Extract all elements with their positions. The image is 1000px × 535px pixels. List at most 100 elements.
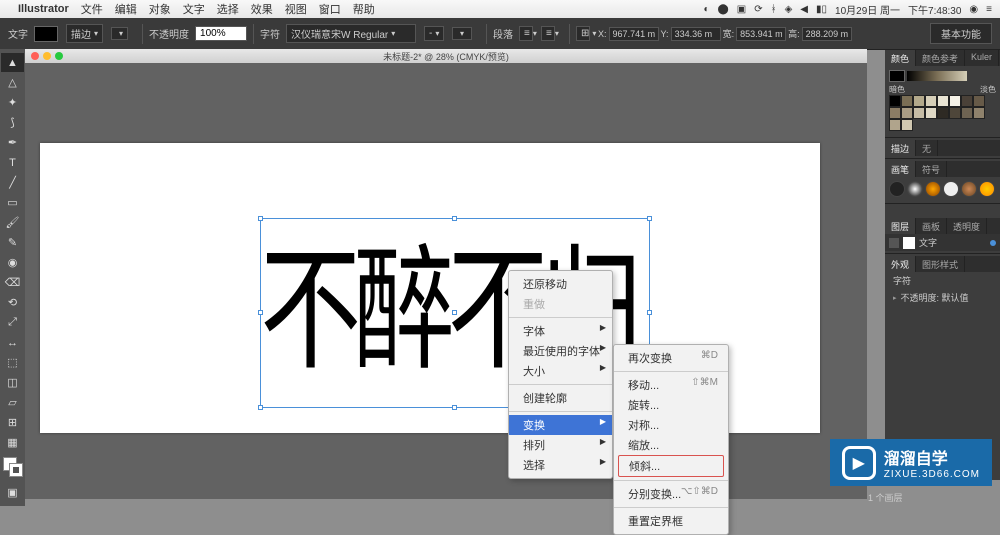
selection-handle[interactable] [258, 310, 263, 315]
stroke-dropdown[interactable]: 描边 [66, 24, 103, 43]
menu-edit[interactable]: 编辑 [115, 1, 137, 17]
w-input[interactable] [736, 27, 786, 41]
workspace-switcher[interactable]: 基本功能 [930, 23, 992, 44]
color-swatch-big[interactable] [889, 70, 905, 82]
selection-handle[interactable] [647, 310, 652, 315]
brush-preset[interactable] [925, 181, 941, 197]
cm-reflect[interactable]: 对称... [614, 415, 728, 435]
cm-reset-bbox[interactable]: 重置定界框 [614, 511, 728, 531]
cm-undo[interactable]: 还原移动 [509, 274, 612, 294]
align-left-icon[interactable]: ≡ [519, 26, 533, 41]
zoom-icon[interactable] [55, 52, 63, 60]
selection-tool[interactable]: ▲ [1, 53, 24, 72]
status-volume-icon[interactable]: ◀ [800, 4, 808, 15]
fill-swatch[interactable] [34, 26, 58, 42]
close-icon[interactable] [31, 52, 39, 60]
direct-selection-tool[interactable]: △ [1, 73, 24, 92]
cm-create-outlines[interactable]: 创建轮廓 [509, 388, 612, 408]
cm-font[interactable]: 字体 [509, 321, 612, 341]
eraser-tool[interactable]: ⌫ [1, 273, 24, 292]
swatch-cell[interactable] [949, 107, 961, 119]
swatch-cell[interactable] [913, 95, 925, 107]
swatch-cell[interactable] [937, 95, 949, 107]
paintbrush-tool[interactable]: 🖌 [1, 213, 24, 232]
menu-window[interactable]: 窗口 [319, 1, 341, 17]
swatch-cell[interactable] [949, 95, 961, 107]
stroke-width-dropdown[interactable] [111, 27, 128, 40]
swatch-cell[interactable] [973, 107, 985, 119]
fill-stroke-swatches[interactable] [0, 457, 25, 483]
cm-transform-again[interactable]: 再次变换⌘D [614, 348, 728, 368]
menu-view[interactable]: 视图 [285, 1, 307, 17]
pencil-tool[interactable]: ✎ [1, 233, 24, 252]
status-date[interactable]: 10月29日 周一 [835, 2, 900, 17]
gradient-tool[interactable]: ▦ [1, 433, 24, 452]
document-titlebar[interactable]: 未标题-2* @ 28% (CMYK/预览) [25, 49, 867, 63]
font-style-dropdown[interactable]: - [424, 26, 444, 41]
swatch-cell[interactable] [889, 119, 901, 131]
layer-row[interactable]: 文字 [885, 234, 1000, 251]
cm-transform[interactable]: 变换 [509, 415, 612, 435]
tab-kuler[interactable]: Kuler [965, 50, 999, 66]
blob-brush-tool[interactable]: ◉ [1, 253, 24, 272]
status-battery-icon[interactable]: ▮▯ [816, 4, 827, 15]
status-bluetooth-icon[interactable]: ᚼ [771, 4, 777, 15]
brush-preset[interactable] [889, 181, 905, 197]
appearance-opacity[interactable]: ▸不透明度: 默认值 [885, 289, 1000, 306]
perspective-tool[interactable]: ▱ [1, 393, 24, 412]
anchor-icon[interactable]: ⊞ [576, 26, 590, 41]
font-dropdown[interactable]: 汉仪瑞意宋W Regular [286, 24, 416, 43]
swatch-grid[interactable] [889, 95, 996, 131]
status-signal-icon[interactable]: ◈ [785, 4, 793, 15]
tab-symbols[interactable]: 符号 [916, 161, 947, 177]
selection-handle[interactable] [452, 405, 457, 410]
menu-select[interactable]: 选择 [217, 1, 239, 17]
rectangle-tool[interactable]: ▭ [1, 193, 24, 212]
selection-handle[interactable] [647, 216, 652, 221]
menu-type[interactable]: 文字 [183, 1, 205, 17]
swatch-cell[interactable] [901, 107, 913, 119]
cm-move[interactable]: 移动...⇧⌘M [614, 375, 728, 395]
brush-preset[interactable] [943, 181, 959, 197]
selection-center[interactable] [452, 310, 457, 315]
para-label[interactable]: 段落 [493, 26, 513, 41]
swatch-cell[interactable] [937, 107, 949, 119]
swatch-cell[interactable] [925, 107, 937, 119]
mesh-tool[interactable]: ⊞ [1, 413, 24, 432]
selection-handle[interactable] [258, 405, 263, 410]
tab-none[interactable]: 无 [916, 140, 938, 156]
tab-stroke[interactable]: 描边 [885, 140, 916, 156]
menu-file[interactable]: 文件 [81, 1, 103, 17]
opacity-input[interactable] [195, 26, 247, 41]
free-transform-tool[interactable]: ⬚ [1, 353, 24, 372]
swatch-cell[interactable] [901, 119, 913, 131]
status-bell-icon[interactable]: ⬤ [718, 4, 729, 15]
align-center-icon[interactable]: ≡ [541, 26, 555, 41]
tab-color-guide[interactable]: 颜色参考 [916, 50, 965, 66]
tab-brushes[interactable]: 画笔 [885, 161, 916, 177]
menu-object[interactable]: 对象 [149, 1, 171, 17]
rotate-tool[interactable]: ⟲ [1, 293, 24, 312]
cm-size[interactable]: 大小 [509, 361, 612, 381]
swatch-cell[interactable] [925, 95, 937, 107]
cm-recent-fonts[interactable]: 最近使用的字体 [509, 341, 612, 361]
cm-scale[interactable]: 缩放... [614, 435, 728, 455]
status-sync-icon[interactable]: ⟳ [754, 4, 762, 15]
tab-color[interactable]: 颜色 [885, 50, 916, 66]
cm-shear[interactable]: 倾斜... [618, 455, 724, 477]
cm-transform-each[interactable]: 分别变换...⌥⇧⌘D [614, 484, 728, 504]
status-wifi-icon[interactable]: ◐ [704, 4, 710, 15]
y-input[interactable] [671, 27, 721, 41]
status-cloud-icon[interactable]: ▣ [737, 4, 746, 15]
screen-mode-tool[interactable]: ▣ [1, 483, 24, 502]
cm-arrange[interactable]: 排列 [509, 435, 612, 455]
menu-effect[interactable]: 效果 [251, 1, 273, 17]
status-notif-icon[interactable]: ≡ [986, 4, 992, 15]
h-input[interactable] [802, 27, 852, 41]
status-spotlight-icon[interactable]: ◉ [969, 4, 978, 15]
char-label[interactable]: 字符 [260, 26, 280, 41]
font-size-dropdown[interactable] [452, 27, 472, 40]
brush-row[interactable] [885, 177, 1000, 201]
minimize-icon[interactable] [43, 52, 51, 60]
swatch-cell[interactable] [913, 107, 925, 119]
